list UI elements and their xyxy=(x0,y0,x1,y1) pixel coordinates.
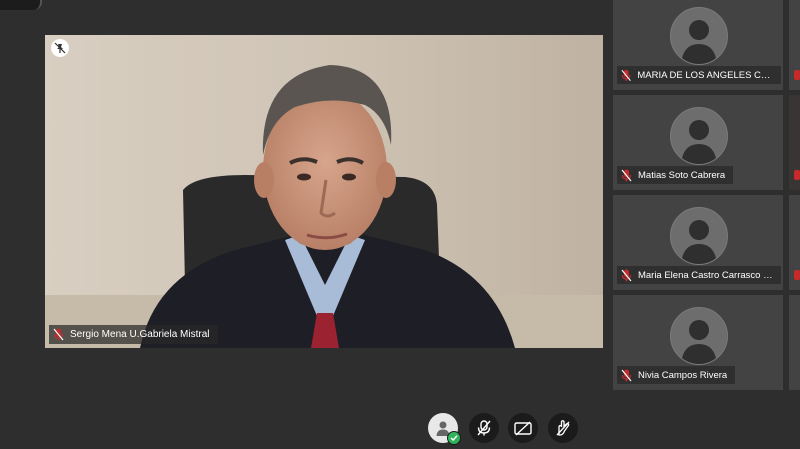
mic-muted-icon xyxy=(621,69,631,81)
mic-muted-icon xyxy=(621,369,632,381)
avatar-placeholder-icon xyxy=(670,7,728,65)
participant-name: MARIA DE LOS ANGELES CAB... xyxy=(637,69,773,81)
mic-muted-icon xyxy=(621,269,632,281)
mic-muted-icon xyxy=(794,70,800,80)
participant-tile[interactable]: Maria Elena Castro Carrasco #2 xyxy=(613,195,783,290)
participant-name-tag: Matias Soto Cabrera xyxy=(617,166,734,184)
mic-off-icon xyxy=(477,420,491,436)
unpin-icon[interactable] xyxy=(51,39,69,57)
microphone-toggle-button[interactable] xyxy=(469,413,499,443)
hand-off-icon xyxy=(556,420,570,436)
participant-tile[interactable]: MARIA DE LOS ANGELES CAB... xyxy=(613,0,783,90)
camera-toggle-button[interactable] xyxy=(508,413,538,443)
participant-name-tag: Nivia Campos Rivera xyxy=(617,366,736,384)
check-icon xyxy=(450,435,458,442)
avatar-placeholder-icon xyxy=(670,207,728,265)
main-speaker-name-tag: Sergio Mena U.Gabriela Mistral xyxy=(49,325,218,344)
avatar-placeholder-icon xyxy=(670,107,728,165)
mic-muted-icon xyxy=(53,328,64,341)
window-corner-tab xyxy=(0,0,42,10)
participant-tile[interactable]: Nivia Campos Rivera xyxy=(613,295,783,390)
participant-tile-partial[interactable] xyxy=(789,295,800,390)
participant-name-tag: Maria Elena Castro Carrasco #2 xyxy=(617,266,781,284)
self-view-button[interactable] xyxy=(428,413,461,445)
mic-muted-icon xyxy=(794,270,800,280)
participant-name-tag: MARIA DE LOS ANGELES CAB... xyxy=(617,66,781,84)
mic-muted-icon xyxy=(794,170,800,180)
avatar-placeholder-icon xyxy=(670,307,728,365)
main-speaker-name: Sergio Mena U.Gabriela Mistral xyxy=(70,329,210,340)
mic-muted-icon xyxy=(621,169,632,181)
participant-name: Maria Elena Castro Carrasco #2 xyxy=(637,269,773,281)
camera-off-icon xyxy=(514,421,532,436)
raise-hand-button[interactable] xyxy=(548,413,578,443)
status-badge xyxy=(447,431,461,445)
speaker-video-frame xyxy=(45,35,603,348)
participant-name: Matias Soto Cabrera xyxy=(638,169,726,181)
main-speaker-video[interactable]: Sergio Mena U.Gabriela Mistral xyxy=(45,35,603,348)
participant-tile[interactable]: Matias Soto Cabrera xyxy=(613,95,783,190)
participant-name: Nivia Campos Rivera xyxy=(638,369,728,381)
